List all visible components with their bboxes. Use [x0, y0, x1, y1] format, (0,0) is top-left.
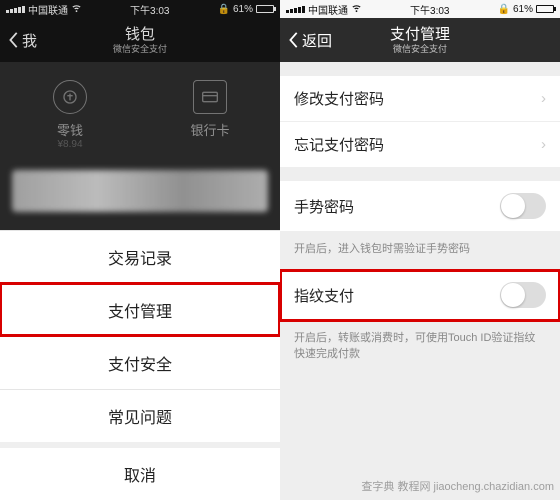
actionsheet-cancel[interactable]: 取消	[0, 448, 280, 500]
back-button[interactable]: 返回	[288, 30, 332, 51]
action-sheet: 交易记录支付管理支付安全常见问题 取消	[0, 230, 280, 500]
row-fingerprint-pay[interactable]: 指纹支付	[280, 270, 560, 321]
settings-body: 修改支付密码 › 忘记支付密码 › 手势密码 开启后，进入钱包时需验证手势密码 指纹支…	[280, 62, 560, 500]
navbar: 我 钱包 微信安全支付	[0, 18, 280, 62]
row-xiugai[interactable]: 修改支付密码 ›	[280, 76, 560, 122]
actionsheet-item-zhifuguanli[interactable]: 支付管理	[0, 283, 280, 336]
battery-icon	[536, 5, 554, 13]
page-title: 支付管理	[390, 26, 450, 44]
battery-icon	[256, 5, 274, 13]
battery-pct: 61%	[513, 4, 533, 15]
blurred-banner	[12, 170, 268, 212]
watermark: 查字典 教程网 jiaocheng.chazidian.com	[361, 478, 554, 494]
back-label: 我	[22, 30, 37, 51]
status-bar: 中国联通 下午3:03 🔒 61%	[0, 0, 280, 18]
page-title: 钱包	[113, 26, 167, 44]
status-bar: 中国联通 下午3:03 🔒 61%	[280, 0, 560, 18]
wifi-icon	[71, 2, 82, 16]
balance-value: ¥8.94	[0, 139, 140, 150]
bankcard-card[interactable]: 银行卡	[140, 80, 280, 150]
card-icon	[193, 80, 227, 114]
carrier-label: 中国联通	[308, 2, 348, 17]
row-wangji[interactable]: 忘记支付密码 ›	[280, 122, 560, 167]
actionsheet-item-jiaoyijilu[interactable]: 交易记录	[0, 230, 280, 283]
row-label: 修改支付密码	[294, 88, 384, 109]
back-button[interactable]: 我	[8, 30, 37, 51]
battery-pct: 61%	[233, 4, 253, 15]
row-hint: 开启后，进入钱包时需验证手势密码	[280, 232, 560, 256]
wallet-body: 零钱 ¥8.94 银行卡	[0, 62, 280, 230]
page-subtitle: 微信安全支付	[113, 44, 167, 55]
left-pane: 中国联通 下午3:03 🔒 61% 我 钱包 微信安全支付 零钱 ¥8.94	[0, 0, 280, 500]
row-label: 手势密码	[294, 196, 354, 217]
balance-label: 零钱	[0, 120, 140, 139]
row-label: 忘记支付密码	[294, 134, 384, 155]
right-pane: 中国联通 下午3:03 🔒 61% 返回 支付管理 微信安全支付 修改支付密码 ›…	[280, 0, 560, 500]
carrier-label: 中国联通	[28, 2, 68, 17]
clock: 下午3:03	[410, 2, 449, 17]
signal-icon	[286, 6, 305, 13]
switch-fingerprint[interactable]	[500, 282, 546, 308]
clock: 下午3:03	[130, 2, 169, 17]
row-label: 指纹支付	[294, 285, 354, 306]
signal-icon	[6, 6, 25, 13]
switch-gesture[interactable]	[500, 193, 546, 219]
wifi-icon	[351, 2, 362, 16]
back-label: 返回	[302, 30, 332, 51]
row-hint: 开启后，转账或消费时，可使用Touch ID验证指纹快速完成付款	[280, 321, 560, 361]
row-gesture-password[interactable]: 手势密码	[280, 181, 560, 232]
coin-icon	[53, 80, 87, 114]
actionsheet-item-zhifuanquan[interactable]: 支付安全	[0, 336, 280, 389]
chevron-right-icon: ›	[541, 90, 546, 107]
chevron-right-icon: ›	[541, 136, 546, 153]
bankcard-label: 银行卡	[140, 120, 280, 139]
balance-card[interactable]: 零钱 ¥8.94	[0, 80, 140, 150]
page-subtitle: 微信安全支付	[390, 44, 450, 55]
navbar: 返回 支付管理 微信安全支付	[280, 18, 560, 62]
actionsheet-item-changjianwenti[interactable]: 常见问题	[0, 389, 280, 442]
